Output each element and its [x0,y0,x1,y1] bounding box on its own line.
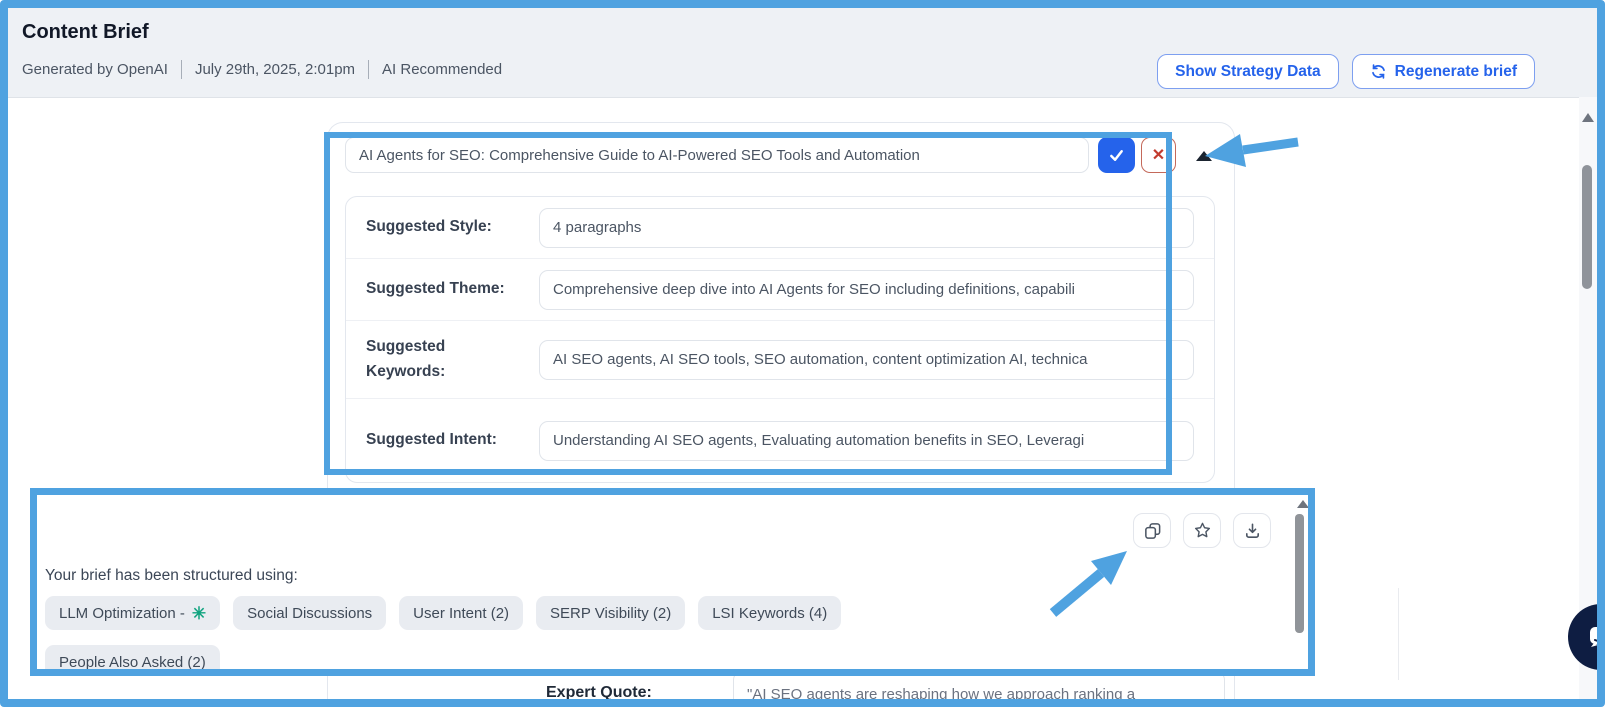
x-icon: ✕ [1152,145,1165,165]
suggested-style-row: Suggested Style: [346,197,1214,259]
expert-quote-label: Expert Quote: [546,684,652,702]
favorite-button[interactable] [1183,513,1221,548]
suggested-keywords-label: Suggested Keywords: [366,335,539,383]
chip-user-intent[interactable]: User Intent (2) [399,596,523,630]
suggested-theme-row: Suggested Theme: [346,259,1214,321]
chat-bubble-icon [1584,620,1605,654]
suggested-keywords-row: Suggested Keywords: [346,321,1214,399]
meta-divider [181,60,182,79]
page-scrollbar-thumb[interactable] [1582,165,1592,289]
header-meta: Generated by OpenAI July 29th, 2025, 2:0… [22,60,502,79]
page-title: Content Brief [22,21,149,44]
download-button[interactable] [1233,513,1271,548]
regenerate-brief-button[interactable]: Regenerate brief [1352,54,1535,89]
copy-icon [1143,521,1162,540]
generated-date: July 29th, 2025, 2:01pm [195,61,355,78]
show-strategy-data-button[interactable]: Show Strategy Data [1157,54,1339,89]
suggested-intent-label: Suggested Intent: [366,428,539,452]
chip-lsi-keywords[interactable]: LSI Keywords (4) [698,596,841,630]
panel-scrollbar-thumb[interactable] [1295,514,1304,633]
suggested-intent-row: Suggested Intent: [346,399,1214,482]
suggested-intent-input[interactable] [539,421,1194,461]
refresh-icon [1370,63,1387,80]
brief-title-input[interactable] [345,137,1089,173]
content-brief-screen: Content Brief Generated by OpenAI July 2… [0,0,1605,707]
card-edge-line [1398,588,1399,680]
suggested-keywords-input[interactable] [539,340,1194,380]
suggested-style-input[interactable] [539,208,1194,248]
meta-divider [368,60,369,79]
chip-serp-visibility[interactable]: SERP Visibility (2) [536,596,685,630]
chat-widget-button[interactable] [1568,604,1605,670]
header-actions: Show Strategy Data Regenerate brief [1157,54,1535,89]
chip-llm-optimization[interactable]: LLM Optimization - ✳ [45,596,220,630]
copy-button[interactable] [1133,513,1171,548]
suggested-theme-label: Suggested Theme: [366,277,539,301]
header: Content Brief Generated by OpenAI July 2… [8,8,1597,98]
check-icon [1108,147,1125,164]
accept-title-button[interactable] [1098,137,1135,173]
scroll-up-arrow-icon[interactable] [1582,113,1594,122]
suggested-style-label: Suggested Style: [366,215,539,239]
regenerate-brief-label: Regenerate brief [1395,63,1517,81]
chip-people-also-asked[interactable]: People Also Asked (2) [45,645,220,676]
collapse-section-arrow-icon[interactable] [1196,151,1212,161]
openai-logo-icon: ✳ [192,605,206,622]
download-icon [1243,521,1262,540]
expert-quote-input[interactable] [733,671,1225,707]
structured-using-text: Your brief has been structured using: [45,567,298,585]
suggested-theme-input[interactable] [539,270,1194,310]
structure-chips-row: LLM Optimization - ✳ Social Discussions … [45,596,841,630]
chip-social-discussions[interactable]: Social Discussions [233,596,386,630]
structured-using-panel: Your brief has been structured using: LL… [30,488,1315,676]
show-strategy-data-label: Show Strategy Data [1175,63,1321,81]
generated-by-label: Generated by OpenAI [22,61,168,78]
ai-recommended-label: AI Recommended [382,61,502,78]
panel-scroll-up-icon[interactable] [1297,500,1309,508]
reject-title-button[interactable]: ✕ [1141,137,1176,173]
suggested-fields-card: Suggested Style: Suggested Theme: Sugges… [345,196,1215,483]
star-icon [1193,521,1212,540]
